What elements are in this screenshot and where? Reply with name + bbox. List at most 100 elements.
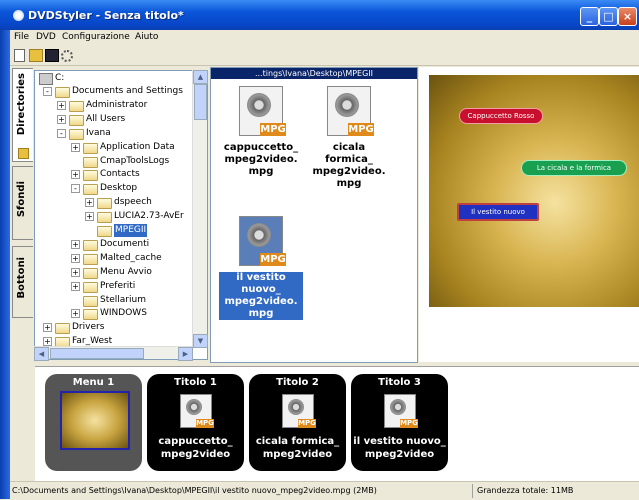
titleset-panel: Menu 1 Titolo 1 MPG cappuccetto_ mpeg2video T…	[35, 366, 639, 482]
expand-icon[interactable]: +	[71, 239, 80, 249]
title-card[interactable]: Titolo 1 MPG cappuccetto_ mpeg2video	[147, 374, 244, 471]
tab-bottoni[interactable]: Bottoni	[12, 246, 33, 318]
directory-tree[interactable]: C: - Documents and Settings + Administrator…	[34, 70, 208, 360]
expand-icon[interactable]: +	[43, 323, 52, 333]
file-name-line: cappuccetto_	[223, 142, 299, 153]
collapse-icon[interactable]: -	[57, 128, 66, 138]
tree-item-label: WINDOWS	[100, 308, 147, 319]
film-reel-icon	[247, 223, 271, 247]
folder-icon	[83, 239, 98, 251]
mpg-badge: MPG	[298, 419, 316, 428]
tab-sfondi[interactable]: Sfondi	[12, 166, 33, 240]
file-name-line: mpg	[336, 178, 362, 189]
tree-item-label: dspeech	[114, 197, 152, 208]
preview-button-cappuccetto[interactable]: Cappuccetto Rosso	[459, 108, 543, 124]
menu-card[interactable]: Menu 1	[45, 374, 142, 471]
tree-item-label: Preferiti	[100, 280, 136, 291]
tree-item-label: Ivana	[86, 127, 111, 138]
card-title: Titolo 1	[174, 377, 217, 388]
file-name: cicala formica_ mpeg2video. mpg	[307, 142, 391, 190]
file-name-line: mpg	[248, 308, 274, 319]
preview-button-vestito[interactable]: Il vestito nuovo	[457, 203, 539, 221]
card-title: Titolo 2	[276, 377, 319, 388]
tree-horizontal-scrollbar[interactable]: ◀ ▶	[34, 346, 193, 361]
scroll-down-button[interactable]: ▼	[193, 334, 208, 348]
menu-aiuto[interactable]: Aiuto	[135, 32, 158, 42]
expand-icon[interactable]: +	[71, 267, 80, 277]
scroll-right-button[interactable]: ▶	[178, 347, 193, 361]
title-card[interactable]: Titolo 2 MPG cicala formica_ mpeg2video	[249, 374, 346, 471]
file-item[interactable]: MPG il vestito nuovo_ mpeg2video. mpg	[219, 216, 303, 320]
folder-icon	[83, 253, 98, 265]
scroll-thumb[interactable]	[194, 84, 207, 120]
expand-icon[interactable]: +	[57, 100, 66, 110]
folder-icon	[55, 87, 70, 98]
expand-icon[interactable]: +	[71, 281, 80, 291]
video-file-icon: MPG	[327, 86, 374, 136]
video-file-icon: MPG	[384, 394, 418, 428]
preview-button-cicala[interactable]: La cicala e la formica	[521, 160, 627, 176]
file-item[interactable]: MPG cappuccetto_ mpeg2video. mpg	[219, 86, 303, 178]
close-button[interactable]: ×	[618, 7, 637, 26]
new-file-icon[interactable]	[14, 49, 25, 62]
file-name-line: formica_	[325, 154, 373, 165]
expand-icon[interactable]: +	[85, 198, 94, 208]
file-name-line: cicala	[332, 142, 366, 153]
vertical-tabs: Directories Sfondi Bottoni	[10, 66, 34, 366]
folder-icon	[69, 100, 84, 112]
tree-root-label: C:	[55, 73, 65, 83]
status-bar: C:\Documents and Settings\Ivana\Desktop\…	[10, 481, 639, 500]
card-label-line1: cicala formica_	[255, 436, 340, 447]
expand-icon[interactable]: +	[57, 114, 66, 124]
scroll-up-button[interactable]: ▲	[193, 70, 208, 84]
folder-icon	[83, 295, 98, 307]
mpg-badge: MPG	[400, 419, 418, 428]
maximize-button[interactable]: □	[599, 7, 618, 26]
tree-item-label: MPEGII	[114, 224, 148, 237]
folder-icon	[97, 212, 112, 224]
file-item[interactable]: MPG cicala formica_ mpeg2video. mpg	[307, 86, 391, 190]
open-folder-icon[interactable]	[29, 49, 43, 62]
scroll-left-button[interactable]: ◀	[34, 347, 49, 361]
card-label-line1: il vestito nuovo_	[353, 436, 446, 447]
file-name-line: mpeg2video.	[224, 154, 298, 165]
tab-bottoni-label: Bottoni	[16, 257, 27, 299]
menu-thumbnail	[60, 391, 130, 450]
tree-item-label: Administrator	[86, 99, 148, 110]
card-title: Menu 1	[72, 377, 115, 388]
tree-vertical-scrollbar[interactable]: ▲ ▼	[192, 70, 208, 348]
expand-icon[interactable]: +	[71, 170, 80, 180]
title-bar[interactable]: DVDStyler - Senza titolo* _ □ ×	[0, 0, 639, 30]
hscroll-thumb[interactable]	[50, 348, 144, 359]
save-icon[interactable]	[45, 49, 59, 62]
expand-icon[interactable]: +	[71, 309, 80, 319]
status-path: C:\Documents and Settings\Ivana\Desktop\…	[12, 486, 377, 495]
menu-file[interactable]: File	[14, 32, 29, 42]
file-pane-path: ...tings\Ivana\Desktop\MPEGII	[211, 68, 417, 79]
minimize-button[interactable]: _	[580, 7, 599, 26]
film-reel-icon	[390, 399, 406, 415]
file-pane[interactable]: ...tings\Ivana\Desktop\MPEGII MPG cappucc…	[210, 67, 418, 363]
tree-item-label: Contacts	[100, 169, 140, 180]
collapse-icon[interactable]: -	[71, 184, 80, 194]
file-name-line: mpeg2video.	[312, 166, 386, 177]
tab-directories[interactable]: Directories	[12, 68, 33, 162]
expand-icon[interactable]: +	[43, 337, 52, 347]
tab-sfondi-label: Sfondi	[16, 181, 27, 218]
file-name-line: mpg	[248, 166, 274, 177]
menu-preview[interactable]: Cappuccetto Rosso La cicala e la formica…	[419, 67, 639, 362]
mpg-badge: MPG	[348, 123, 374, 136]
menu-dvd[interactable]: DVD	[36, 32, 56, 42]
folder-icon	[69, 114, 84, 126]
expand-icon[interactable]: +	[85, 212, 94, 222]
gear-icon[interactable]	[61, 50, 73, 62]
expand-icon[interactable]: +	[71, 142, 80, 152]
folder-icon	[55, 323, 70, 335]
collapse-icon[interactable]: -	[43, 87, 52, 96]
expand-icon[interactable]: +	[71, 253, 80, 263]
title-card[interactable]: Titolo 3 MPG il vestito nuovo_ mpeg2video	[351, 374, 448, 471]
video-file-icon: MPG	[180, 394, 214, 428]
tree-item-label: Desktop	[100, 183, 138, 194]
menu-configurazione[interactable]: Configurazione	[62, 32, 130, 42]
tree-item-label: Documents and Settings	[72, 86, 183, 96]
